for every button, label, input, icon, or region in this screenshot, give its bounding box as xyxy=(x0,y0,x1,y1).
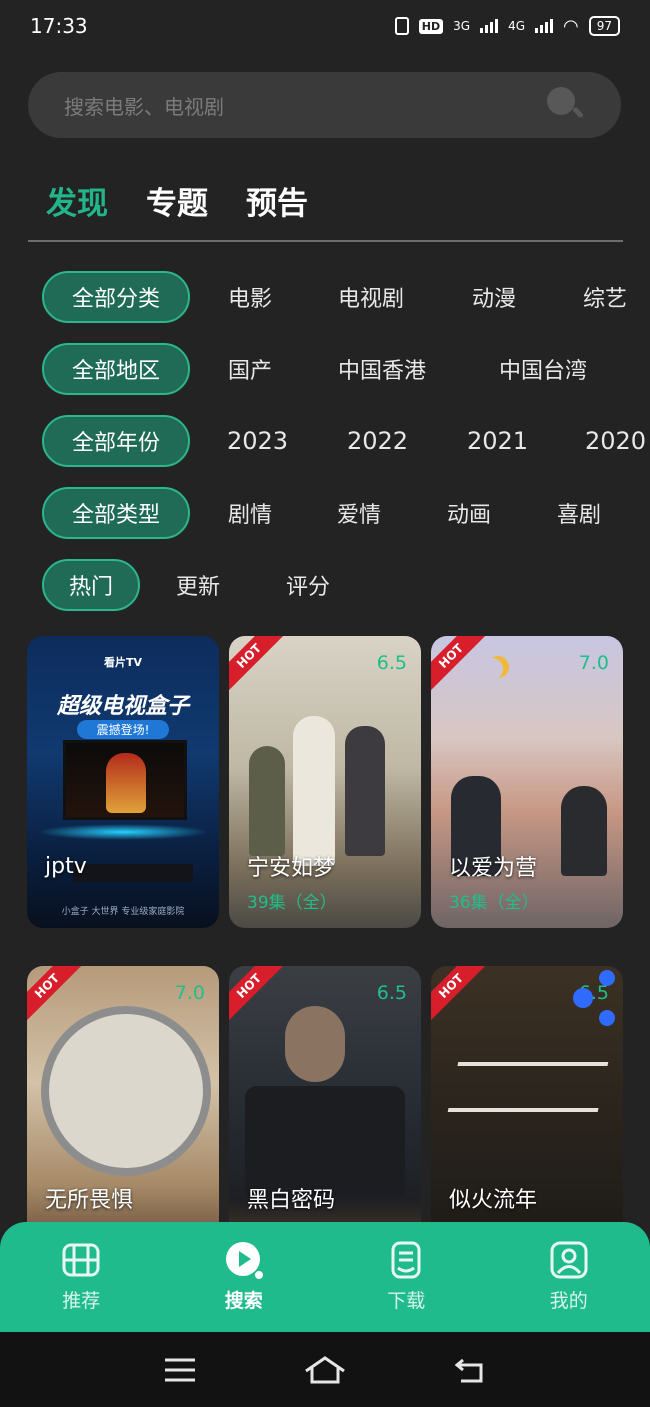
filter-option-variety[interactable]: 综艺 xyxy=(583,281,627,313)
status-time: 17:33 xyxy=(30,14,88,38)
card-score: 6.5 xyxy=(376,982,407,1004)
card-episodes: 39集（全） xyxy=(247,893,337,913)
hot-badge: HOT xyxy=(229,636,285,692)
filter-option-movie[interactable]: 电影 xyxy=(228,281,272,313)
filter-option-animation[interactable]: 动画 xyxy=(447,497,491,529)
media-card-hei-bai-mi-ma[interactable]: HOT 6.5 黑白密码 xyxy=(229,966,421,1258)
signal-icon xyxy=(480,19,499,33)
nav-item-search[interactable]: 搜索 xyxy=(163,1222,326,1332)
filter-region-all[interactable]: 全部地区 xyxy=(42,343,190,395)
tab-divider xyxy=(28,240,623,242)
play-circle-icon xyxy=(225,1242,263,1279)
filter-row-region: 全部地区 国产 中国香港 中国台湾 xyxy=(42,342,650,396)
filter-row-type: 全部类型 剧情 爱情 动画 喜剧 xyxy=(42,486,650,540)
sort-update[interactable]: 更新 xyxy=(176,569,220,601)
top-tabs: 发现 专题 预告 xyxy=(46,178,308,223)
banner-tv-image xyxy=(63,740,187,820)
filter-option-2020[interactable]: 2020 xyxy=(585,427,646,455)
nav-item-recommend[interactable]: 推荐 xyxy=(0,1222,163,1332)
filter-option-drama[interactable]: 剧情 xyxy=(228,497,272,529)
card-score: 7.0 xyxy=(578,652,609,674)
filter-option-2023[interactable]: 2023 xyxy=(227,427,288,455)
nav-label-recommend: 推荐 xyxy=(62,1290,101,1312)
tab-discover[interactable]: 发现 xyxy=(46,178,108,223)
filter-option-mainland[interactable]: 国产 xyxy=(228,353,272,385)
filter-option-2022[interactable]: 2022 xyxy=(347,427,408,455)
search-input[interactable]: 搜索电影、电视剧 xyxy=(64,91,224,120)
filter-option-hongkong[interactable]: 中国香港 xyxy=(338,353,426,385)
network-3g-label: 3G xyxy=(453,19,471,33)
nav-label-search: 搜索 xyxy=(224,1290,263,1312)
vibrate-icon xyxy=(394,17,409,35)
tab-trailers[interactable]: 预告 xyxy=(246,178,308,223)
back-icon[interactable] xyxy=(453,1356,487,1384)
filter-category-all[interactable]: 全部分类 xyxy=(42,271,190,323)
poster-lens xyxy=(41,1006,211,1176)
card-title: 黑白密码 xyxy=(247,1188,336,1213)
poster-calligraphy xyxy=(447,1062,609,1112)
banner-glow xyxy=(37,824,209,840)
card-episodes: 36集（全） xyxy=(449,893,539,913)
filter-row-year: 全部年份 2023 2022 2021 2020 xyxy=(42,414,650,468)
media-card-wu-suo-wei-ju[interactable]: HOT 7.0 无所畏惧 xyxy=(27,966,219,1258)
profile-icon xyxy=(550,1241,588,1279)
card-title: 以爱为营 xyxy=(449,856,538,881)
card-score: 7.0 xyxy=(174,982,205,1004)
banner-subtitle: 震撼登场! xyxy=(77,720,169,739)
moon-icon xyxy=(481,658,503,680)
filter-row-sort: 热门 更新 评分 xyxy=(42,558,442,612)
hd-icon: HD xyxy=(418,18,444,34)
film-icon xyxy=(62,1243,100,1277)
hot-badge: HOT xyxy=(431,966,487,1022)
status-icons: HD 3G 4G ◠ 97 xyxy=(394,15,620,37)
nav-label-download: 下载 xyxy=(387,1290,426,1312)
card-title: 宁安如梦 xyxy=(247,856,336,881)
search-icon[interactable] xyxy=(545,85,585,125)
signal-icon-2 xyxy=(535,19,553,33)
share-icon[interactable] xyxy=(573,970,617,1026)
banner-brand: 看片TV xyxy=(103,656,143,669)
status-bar: 17:33 HD 3G 4G ◠ 97 xyxy=(0,0,650,52)
poster-figures xyxy=(245,1006,405,1196)
filter-option-2021[interactable]: 2021 xyxy=(467,427,528,455)
search-bar[interactable]: 搜索电影、电视剧 xyxy=(28,72,621,138)
download-icon xyxy=(391,1241,421,1279)
filter-option-romance[interactable]: 爱情 xyxy=(337,497,381,529)
filter-option-comedy[interactable]: 喜剧 xyxy=(557,497,601,529)
banner-title: 超级电视盒子 xyxy=(56,694,189,719)
banner-footer: 小盒子 大世界 专业级家庭影院 xyxy=(61,907,185,917)
nav-item-download[interactable]: 下载 xyxy=(325,1222,488,1332)
filter-option-taiwan[interactable]: 中国台湾 xyxy=(499,353,587,385)
card-title: 似火流年 xyxy=(449,1188,538,1213)
filter-year-all[interactable]: 全部年份 xyxy=(42,415,190,467)
sort-hot[interactable]: 热门 xyxy=(42,559,140,611)
tab-topics[interactable]: 专题 xyxy=(146,178,208,223)
battery-icon: 97 xyxy=(588,16,620,36)
banner-box xyxy=(73,864,193,882)
media-card-yi-ai-wei-ying[interactable]: HOT 7.0 以爱为营 36集（全） xyxy=(431,636,623,928)
bottom-nav: 推荐 搜索 下载 我的 xyxy=(0,1222,650,1332)
network-4g-label: 4G xyxy=(508,19,525,33)
nav-label-mine: 我的 xyxy=(549,1290,588,1312)
media-card-ning-an-ru-meng[interactable]: HOT 6.5 宁安如梦 39集（全） xyxy=(229,636,421,928)
hot-badge: HOT xyxy=(27,966,83,1022)
filter-option-tv[interactable]: 电视剧 xyxy=(338,281,404,313)
filter-row-category: 全部分类 电影 电视剧 动漫 综艺 xyxy=(42,270,650,324)
nav-item-mine[interactable]: 我的 xyxy=(488,1222,650,1332)
media-card-si-huo-liu-nian[interactable]: HOT 6.5 似火流年 xyxy=(431,966,623,1258)
wifi-icon: ◠ xyxy=(563,15,579,37)
media-card-jptv[interactable]: 看片TV 超级电视盒子 震撼登场! jptv 小盒子 大世界 专业级家庭影院 xyxy=(27,636,219,928)
menu-icon[interactable] xyxy=(163,1357,197,1383)
card-title: jptv xyxy=(45,854,87,879)
home-icon[interactable] xyxy=(303,1355,347,1385)
filter-option-anime[interactable]: 动漫 xyxy=(472,281,516,313)
card-title: 无所畏惧 xyxy=(45,1188,134,1213)
filter-type-all[interactable]: 全部类型 xyxy=(42,487,190,539)
poster-figures xyxy=(249,706,409,866)
sort-rating[interactable]: 评分 xyxy=(286,569,330,601)
card-score: 6.5 xyxy=(376,652,407,674)
system-nav-bar xyxy=(0,1332,650,1407)
hot-badge: HOT xyxy=(431,636,487,692)
